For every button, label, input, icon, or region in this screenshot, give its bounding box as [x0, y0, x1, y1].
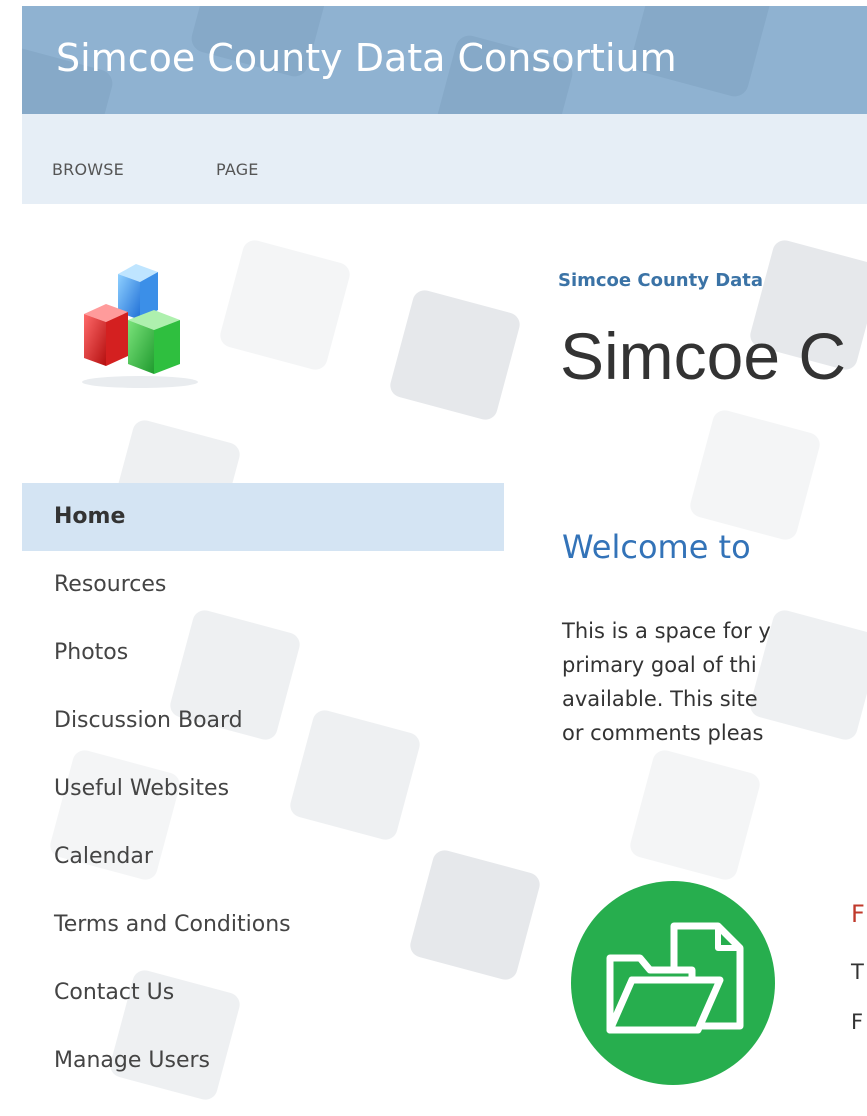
site-banner: Simcoe County Data Consortium [22, 6, 867, 114]
nav-item-terms-and-conditions[interactable]: Terms and Conditions [22, 891, 504, 959]
resource-heading-fragment[interactable]: F [851, 900, 865, 928]
resource-text-fragment: F [851, 1010, 864, 1034]
intro-line: This is a space for y [562, 619, 771, 643]
intro-line: or comments pleas [562, 721, 764, 745]
welcome-heading: Welcome to [562, 528, 751, 566]
nav-item-photos[interactable]: Photos [22, 619, 504, 687]
folder-file-icon[interactable] [570, 880, 776, 1086]
tab-page[interactable]: PAGE [216, 160, 259, 179]
intro-line: primary goal of thi [562, 653, 757, 677]
nav-item-calendar[interactable]: Calendar [22, 823, 504, 891]
nav-item-useful-websites[interactable]: Useful Websites [22, 755, 504, 823]
intro-paragraph: This is a space for y primary goal of th… [562, 614, 771, 750]
resource-text-fragment: T [851, 960, 864, 984]
nav-item-resources[interactable]: Resources [22, 551, 504, 619]
ribbon-bar: BROWSE PAGE [22, 114, 867, 204]
cubes-logo-icon[interactable] [78, 262, 218, 392]
site-title[interactable]: Simcoe County Data Consortium [56, 36, 677, 80]
breadcrumb[interactable]: Simcoe County Data [558, 270, 763, 291]
nav-item-discussion-board[interactable]: Discussion Board [22, 687, 504, 755]
left-navigation: Home Resources Photos Discussion Board U… [22, 483, 504, 1095]
intro-line: available. This site [562, 687, 758, 711]
page-title: Simcoe C [560, 319, 847, 393]
tab-browse[interactable]: BROWSE [52, 160, 124, 179]
nav-item-manage-users[interactable]: Manage Users [22, 1027, 504, 1095]
nav-item-contact-us[interactable]: Contact Us [22, 959, 504, 1027]
nav-item-home[interactable]: Home [22, 483, 504, 551]
